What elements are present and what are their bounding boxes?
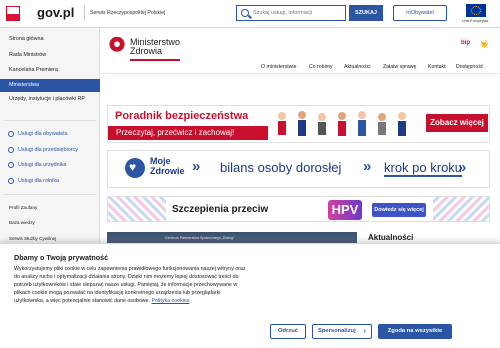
eu-flag-icon [466,4,486,17]
sidebar-service-przedsiebiorca[interactable]: Usługi dla przedsiębiorcy [18,147,78,153]
divider [4,120,96,121]
sign-language-icon[interactable]: 🤟 [480,40,489,48]
sidebar-item-kancelaria[interactable]: Kancelaria Premiera [0,67,100,73]
sidebar-item-home[interactable]: Strona główna [0,36,100,42]
reject-button[interactable]: Odrzuć [270,324,306,339]
cookie-text: Wykorzystujemy pliki cookie w celu zapew… [14,265,246,305]
krok-text: krok po kroku [384,160,463,177]
hpv-badge: HPV [328,200,362,220]
search-icon [241,9,249,17]
confetti-decoration [108,197,166,221]
nav-zalatw-sprawe[interactable]: Załatw sprawę [383,64,416,70]
photo-caption: Centrum Partnerstwa Społecznego „Dialog” [165,236,235,240]
sidebar-service-rolnik[interactable]: Usługi dla rolnika [18,178,59,184]
sidebar-item-urzedy[interactable]: Urzędy, instytucje i placówki RP [0,96,92,103]
poland-flag-icon [6,6,20,21]
divider [4,194,96,195]
sidebar-link-sluzba[interactable]: Serwis Służby Cywilnej [9,236,56,241]
nav-o-ministerstwie[interactable]: O ministerstwie [261,64,296,70]
govpl-logo[interactable]: gov.pl [37,5,74,20]
banner-title: Poradnik bezpieczeństwa [115,110,249,122]
banner-strip: Przeczytaj, przećwicz i zachowaj! [108,126,268,140]
search-box[interactable] [236,5,346,21]
mobywatel-button[interactable]: mObywatel [393,5,447,21]
vaccination-text: Szczepienia przeciw [172,204,269,215]
nav-kontakt[interactable]: Kontakt [428,64,446,70]
farmer-icon [8,178,14,184]
learn-more-button[interactable]: Dowiedz się więcej [372,203,426,217]
top-bar: gov.pl Serwis Rzeczypospolitej Polskiej … [0,0,500,28]
see-more-button[interactable]: Zobacz więcej [426,114,488,132]
briefcase-icon [8,147,14,153]
nav-dostepnosc[interactable]: Dostępność [456,64,483,70]
bilans-text: bilans osoby dorosłej [220,160,342,175]
moje-zdrowie-logo: Moje Zdrowie [150,156,185,176]
user-icon [8,131,14,137]
news-heading: Aktualności [368,233,414,242]
heart-icon [125,158,145,178]
cookie-consent-panel: Dbamy o Twoją prywatność Wykorzystujemy … [0,243,500,348]
ministry-name-line2: Zdrowia [130,46,163,56]
sidebar-service-obywatel[interactable]: Usługi dla obywatela [18,131,67,137]
cookie-body: Wykorzystujemy pliki cookie w celu zapew… [14,266,246,304]
chevron-right-icon: » [363,158,372,175]
clerk-icon [8,162,14,168]
chevron-right-icon: › [363,328,366,335]
moje-text: Moje [150,156,171,166]
banner-subtitle: Przeczytaj, przećwicz i zachowaj! [116,128,235,137]
hpv-banner[interactable]: Szczepienia przeciw HPV Dowiedz się więc… [107,196,490,222]
zdrowie-text: Zdrowie [150,166,185,176]
cookie-title: Dbamy o Twoją prywatność [14,253,109,262]
sidebar-service-urzednik[interactable]: Usługi dla urzędnika [18,162,67,168]
sidebar-link-baza[interactable]: Baza wiedzy [9,220,35,225]
safety-guide-banner[interactable]: Poradnik bezpieczeństwa Przeczytaj, prze… [107,105,490,143]
moje-zdrowie-banner[interactable]: Moje Zdrowie » bilans osoby dorosłej » k… [107,150,490,188]
sidebar-link-profil[interactable]: Profil Zaufany [9,205,37,210]
ministry-name[interactable]: Ministerstwo Zdrowia [130,38,190,56]
personalize-label: Spersonalizuj [318,328,356,334]
bip-link[interactable]: bip [461,40,470,46]
main-nav: O ministerstwie Co robimy Aktualności Za… [101,60,500,74]
chevron-right-icon: » [458,159,467,176]
people-illustration [278,111,406,136]
cookie-policy-link[interactable]: Polityka cookies [152,298,190,304]
search-input[interactable] [253,8,343,18]
sidebar-item-ministerstwa[interactable]: Ministerstwa [0,79,100,92]
search-button[interactable]: SZUKAJ [349,5,383,21]
personalize-button[interactable]: Spersonalizuj › [312,324,372,339]
nav-co-robimy[interactable]: Co robimy [309,64,333,70]
service-label: Serwis Rzeczypospolitej Polskiej [90,10,166,16]
confetti-decoration [433,197,489,221]
divider [84,5,85,21]
accept-all-button[interactable]: Zgoda na wszystkie [378,324,452,339]
nav-aktualnosci[interactable]: Aktualności [344,64,371,70]
eu-label: Unia Europejska [462,19,489,23]
chevron-right-icon: » [192,158,201,175]
eagle-emblem-icon [109,37,125,55]
sidebar-item-rada[interactable]: Rada Ministrów [0,52,100,58]
